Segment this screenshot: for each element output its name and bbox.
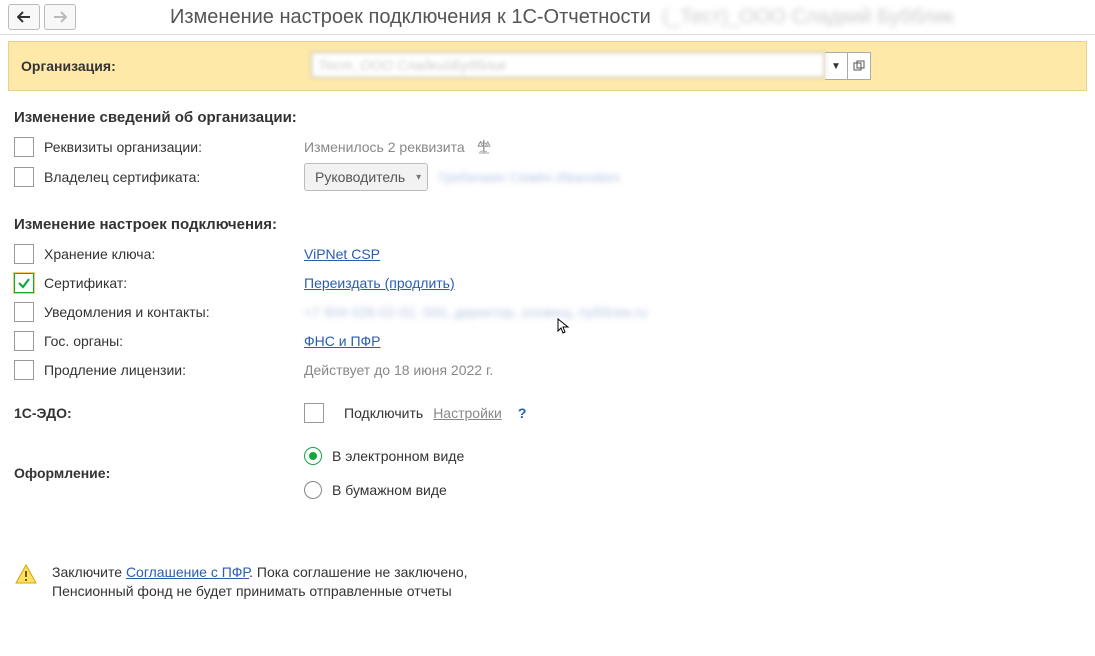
row-certificate: Сертификат: Переиздать (продлить)	[14, 270, 1081, 296]
row-gov: Гос. органы: ФНС и ПФР	[14, 328, 1081, 354]
label-edo: 1С-ЭДО:	[14, 405, 304, 421]
warning-prefix: Заключите	[52, 564, 126, 580]
radio-paper[interactable]	[304, 481, 322, 499]
row-notifications: Уведомления и контакты: +7 904 028-02-02…	[14, 299, 1081, 325]
warning-box: Заключите Соглашение с ПФР. Пока соглаше…	[14, 563, 1081, 601]
label-key-storage: Хранение ключа:	[44, 246, 155, 262]
label-license: Продление лицензии:	[44, 362, 186, 378]
page-title-org-blur: (_Тест)_ООО Сладкий Бубблик	[662, 6, 953, 28]
checkbox-requisites[interactable]	[14, 137, 34, 157]
row-cert-owner: Владелец сертификата: Руководитель Гребе…	[14, 163, 1081, 191]
warning-line2: Пенсионный фонд не будет принимать отпра…	[52, 583, 452, 599]
arrow-right-icon	[53, 11, 67, 23]
open-external-icon	[853, 60, 865, 72]
link-pfr-agreement[interactable]: Соглашение с ПФР	[126, 564, 249, 580]
checkbox-cert-owner[interactable]	[14, 167, 34, 187]
row-key-storage: Хранение ключа: ViPNet CSP	[14, 241, 1081, 267]
requisites-status: Изменилось 2 реквизита	[304, 139, 465, 155]
checkbox-edo-connect[interactable]	[304, 403, 324, 423]
cert-owner-name-blur: Гребенкин Семён Иванович	[438, 169, 619, 185]
nav-back-button[interactable]	[8, 4, 40, 30]
organization-bar: Организация: Тест_ООО СладкийБубблик ▼	[8, 41, 1087, 91]
toolbar: Изменение настроек подключения к 1С-Отче…	[0, 0, 1095, 35]
checkbox-gov[interactable]	[14, 331, 34, 351]
label-edo-connect: Подключить	[344, 405, 423, 421]
link-gov[interactable]: ФНС и ПФР	[304, 333, 381, 349]
label-design: Оформление:	[14, 465, 304, 481]
arrow-left-icon	[17, 11, 31, 23]
license-value: Действует до 18 июня 2022 г.	[304, 362, 493, 378]
label-certificate: Сертификат:	[44, 275, 127, 291]
label-gov: Гос. органы:	[44, 333, 123, 349]
checkbox-certificate[interactable]	[14, 273, 34, 293]
section-title-connection: Изменение настроек подключения:	[14, 216, 1081, 233]
organization-input-group: Тест_ООО СладкийБубблик ▼	[311, 52, 871, 80]
label-paper: В бумажном виде	[332, 482, 447, 498]
page-title: Изменение настроек подключения к 1С-Отче…	[170, 6, 954, 29]
help-icon[interactable]: ?	[518, 405, 527, 421]
organization-input[interactable]: Тест_ООО СладкийБубблик	[311, 52, 825, 78]
organization-open-button[interactable]	[848, 52, 871, 80]
organization-label: Организация:	[21, 58, 311, 74]
warning-suffix1: . Пока соглашение не заключено,	[249, 564, 467, 580]
row-edo: 1С-ЭДО: Подключить Настройки ?	[14, 400, 1081, 426]
label-electronic: В электронном виде	[332, 448, 464, 464]
cert-owner-dropdown[interactable]: Руководитель	[304, 163, 428, 191]
label-notifications: Уведомления и контакты:	[44, 304, 210, 320]
label-requisites: Реквизиты организации:	[44, 139, 202, 155]
row-design: Оформление: В электронном виде В бумажно…	[14, 443, 1081, 503]
link-certificate[interactable]: Переиздать (продлить)	[304, 275, 455, 291]
label-cert-owner: Владелец сертификата:	[44, 169, 200, 185]
nav-forward-button[interactable]	[44, 4, 76, 30]
section-title-org-info: Изменение сведений об организации:	[14, 109, 1081, 126]
checkbox-key-storage[interactable]	[14, 244, 34, 264]
scales-icon	[475, 138, 493, 156]
row-license: Продление лицензии: Действует до 18 июня…	[14, 357, 1081, 383]
radio-electronic[interactable]	[304, 447, 322, 465]
row-requisites: Реквизиты организации: Изменилось 2 рекв…	[14, 134, 1081, 160]
warning-icon	[14, 563, 38, 587]
page-title-text: Изменение настроек подключения к 1С-Отче…	[170, 6, 651, 28]
warning-text: Заключите Соглашение с ПФР. Пока соглаше…	[52, 563, 468, 601]
link-edo-settings[interactable]: Настройки	[433, 405, 502, 421]
checkbox-notifications[interactable]	[14, 302, 34, 322]
cert-owner-value: Руководитель	[315, 169, 405, 185]
checkbox-license[interactable]	[14, 360, 34, 380]
organization-dropdown-button[interactable]: ▼	[825, 52, 848, 80]
notifications-value-blur: +7 904 028-02-02, 000, директор, оповещ,…	[304, 304, 647, 320]
link-key-storage[interactable]: ViPNet CSP	[304, 246, 380, 262]
